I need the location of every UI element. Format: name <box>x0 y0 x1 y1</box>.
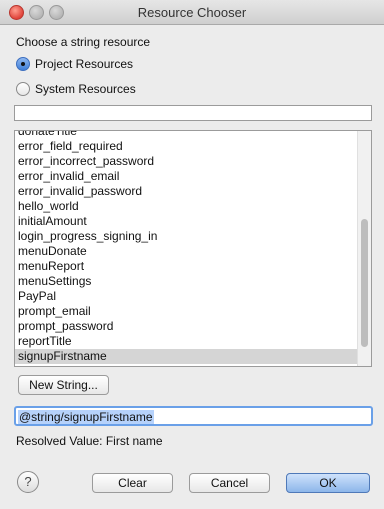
list-item[interactable]: prompt_password <box>15 319 359 334</box>
scrollbar-thumb[interactable] <box>361 219 368 347</box>
resource-list-items: donateTitle error_field_required error_inc… <box>15 131 359 364</box>
list-item[interactable]: hello_world <box>15 199 359 214</box>
project-resources-radio[interactable] <box>16 57 30 71</box>
resolved-value-label: Resolved Value: First name <box>16 434 163 448</box>
new-string-button[interactable]: New String... <box>18 375 109 395</box>
clear-button[interactable]: Clear <box>92 473 173 493</box>
resource-list[interactable]: donateTitle error_field_required error_inc… <box>14 130 372 367</box>
list-item[interactable]: error_field_required <box>15 139 359 154</box>
list-item[interactable]: menuSettings <box>15 274 359 289</box>
choose-resource-label: Choose a string resource <box>16 35 151 49</box>
list-item[interactable]: donateTitle <box>15 131 359 139</box>
title-bar: Resource Chooser <box>0 0 384 25</box>
project-resources-label[interactable]: Project Resources <box>35 57 133 71</box>
list-item[interactable]: reportTitle <box>15 334 359 349</box>
list-item[interactable]: login_progress_signing_in <box>15 229 359 244</box>
list-item[interactable]: signupFirstname <box>15 349 359 364</box>
list-item[interactable]: prompt_email <box>15 304 359 319</box>
list-item[interactable]: menuDonate <box>15 244 359 259</box>
list-item[interactable]: menuReport <box>15 259 359 274</box>
filter-input[interactable] <box>14 105 372 121</box>
list-item[interactable]: PayPal <box>15 289 359 304</box>
resource-chooser-window: Resource Chooser Choose a string resourc… <box>0 0 384 509</box>
system-resources-label[interactable]: System Resources <box>35 82 136 96</box>
ok-button[interactable]: OK <box>286 473 370 493</box>
list-item[interactable]: error_invalid_password <box>15 184 359 199</box>
list-item[interactable]: error_incorrect_password <box>15 154 359 169</box>
window-title: Resource Chooser <box>137 5 247 20</box>
resource-value-field[interactable]: @string/signupFirstname <box>14 406 373 426</box>
cancel-button[interactable]: Cancel <box>189 473 270 493</box>
radio-selected-dot <box>21 62 25 66</box>
resource-value-text: @string/signupFirstname <box>18 410 154 424</box>
list-item[interactable]: error_invalid_email <box>15 169 359 184</box>
list-item[interactable]: initialAmount <box>15 214 359 229</box>
help-icon[interactable]: ? <box>17 471 39 493</box>
vertical-scrollbar[interactable] <box>357 131 371 366</box>
system-resources-radio[interactable] <box>16 82 30 96</box>
